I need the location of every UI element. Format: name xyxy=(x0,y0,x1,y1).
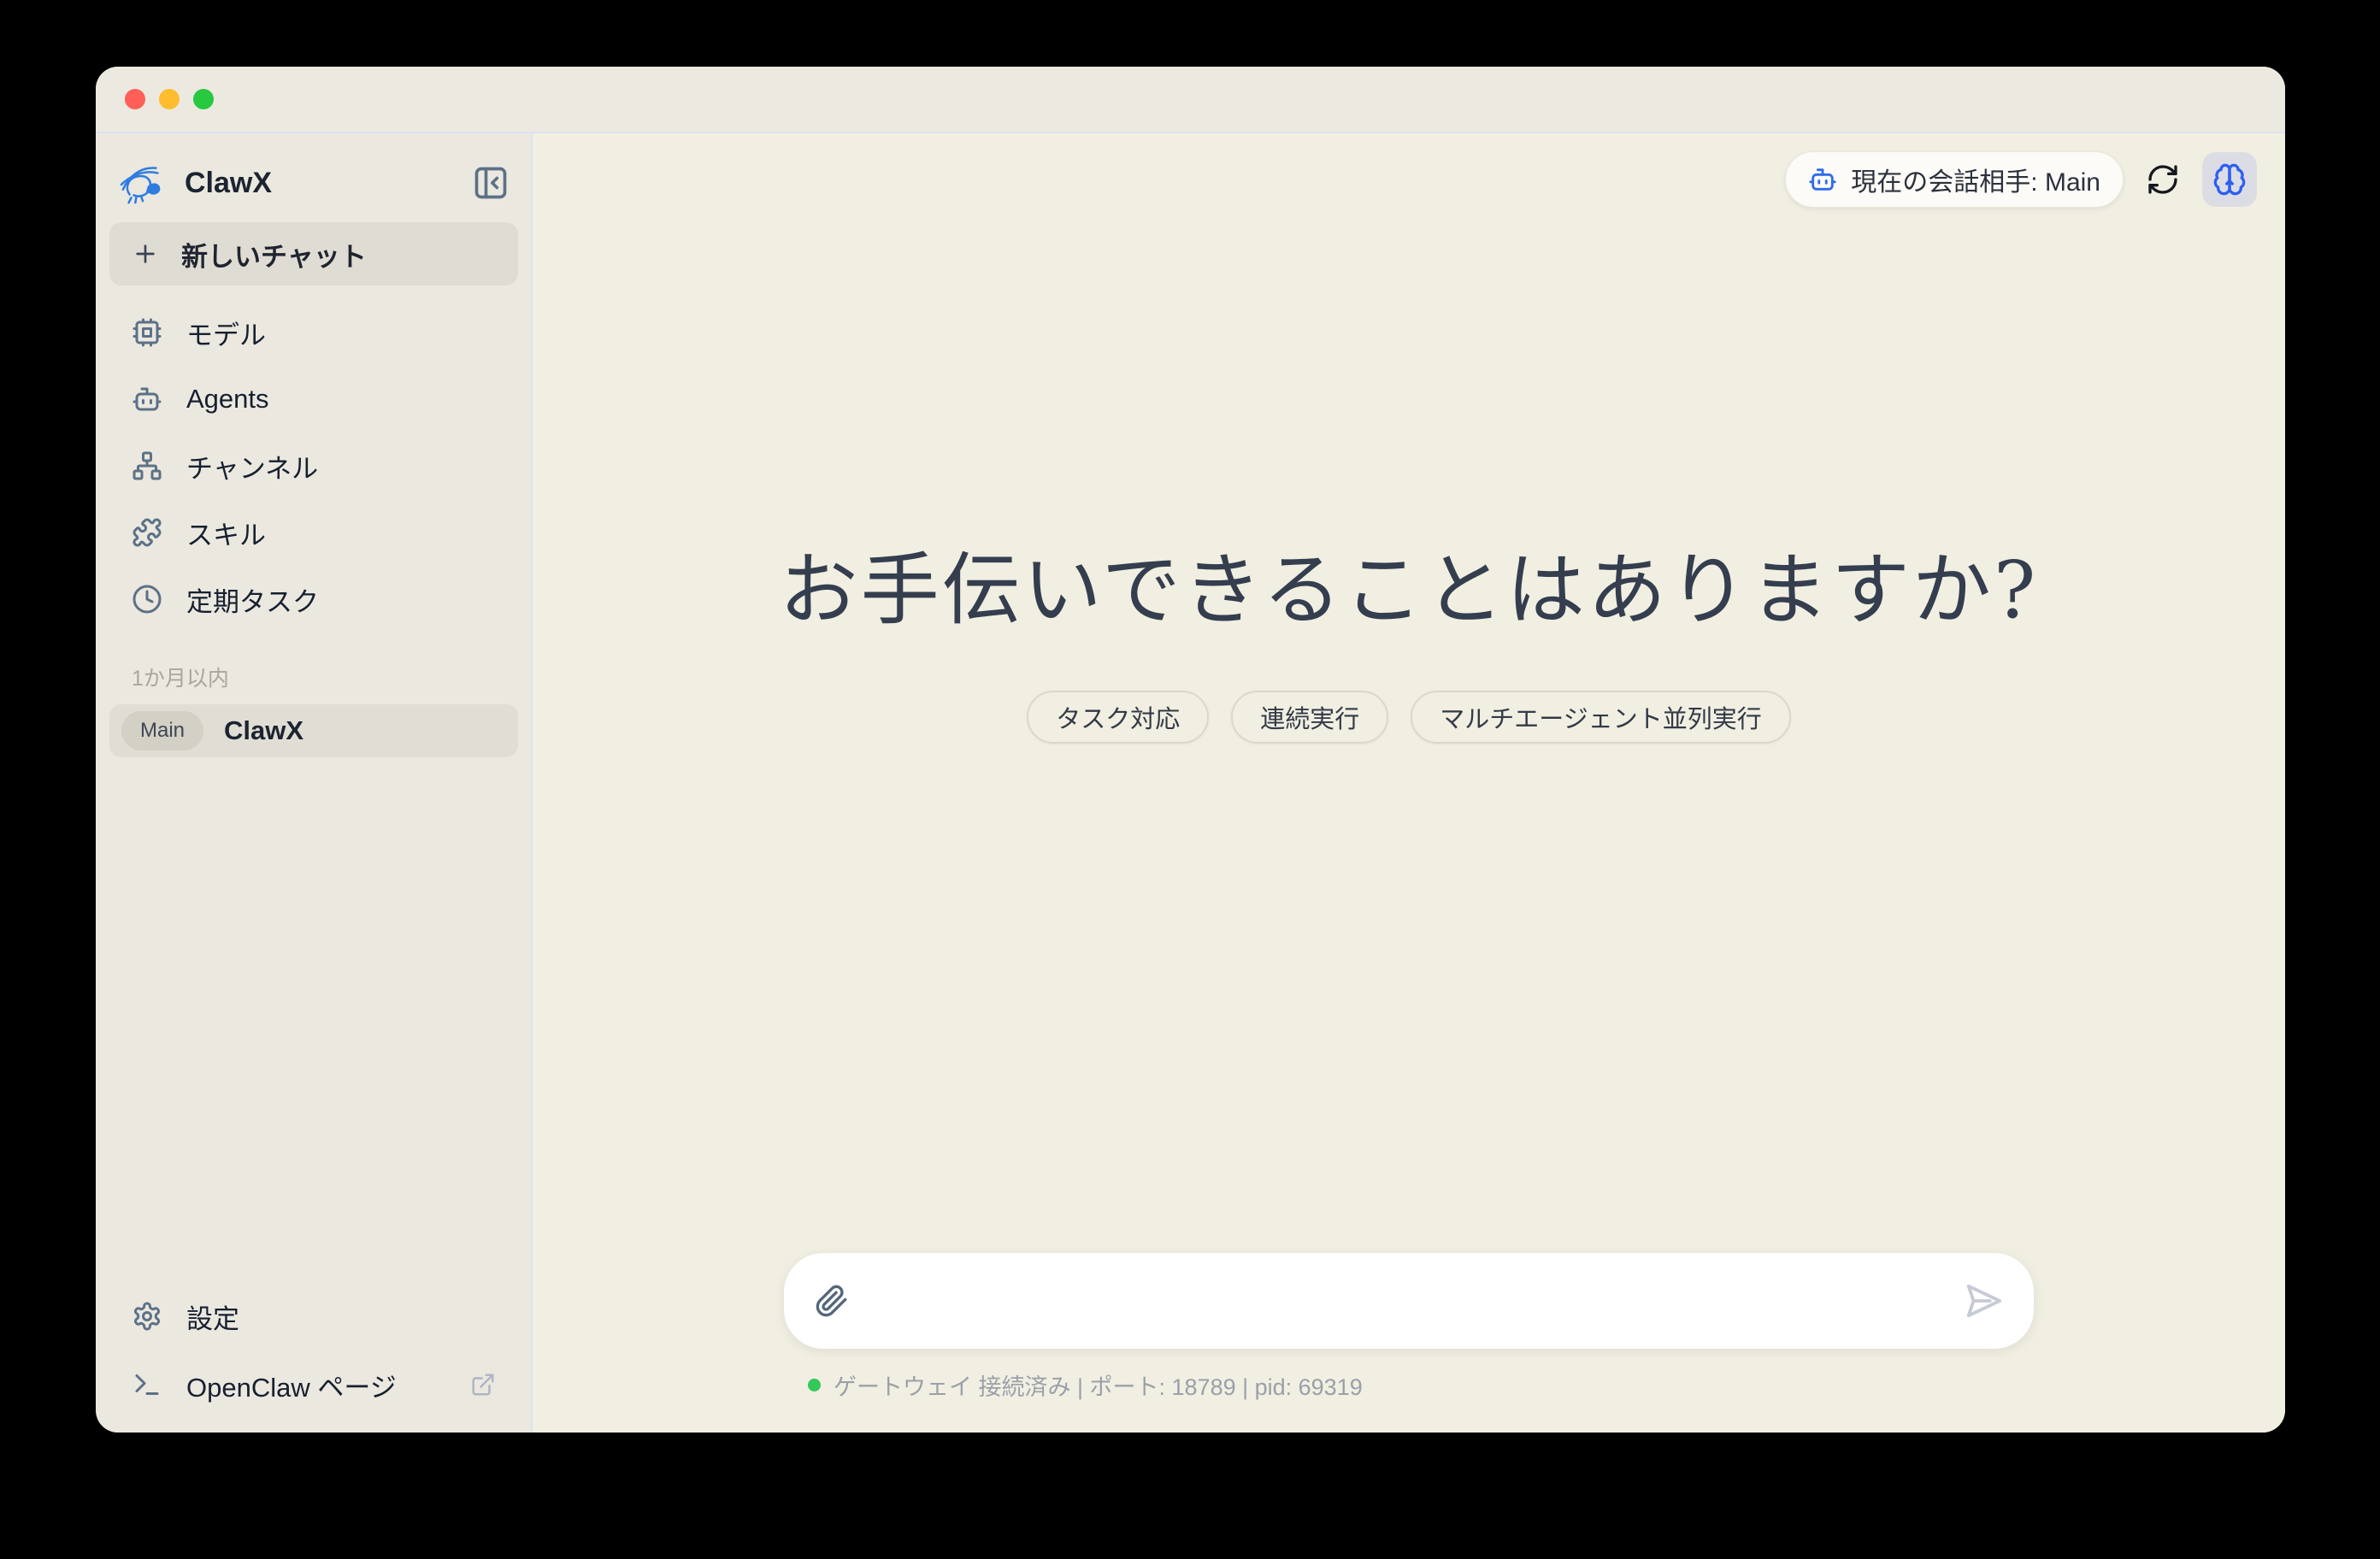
main-area: 現在の会話相手: Main xyxy=(533,133,2285,1433)
sidebar-item-agents[interactable]: Agents xyxy=(109,366,518,432)
brain-button[interactable] xyxy=(2202,152,2257,207)
bot-icon xyxy=(132,384,162,415)
agent-badge: Main xyxy=(121,711,203,750)
plus-icon xyxy=(132,240,159,268)
message-input[interactable] xyxy=(869,1285,1943,1316)
sidebar-item-skills[interactable]: スキル xyxy=(109,499,518,566)
send-button[interactable] xyxy=(1964,1281,2003,1321)
new-chat-label: 新しいチャット xyxy=(181,235,367,274)
hero: お手伝いできることはありますか? タスク対応 連続実行 マルチエージェント並列実… xyxy=(533,544,2285,744)
settings-label: 設定 xyxy=(186,1297,239,1336)
terminal-icon xyxy=(132,1369,162,1400)
history-section-label: 1か月以内 xyxy=(132,662,496,692)
new-chat-button[interactable]: 新しいチャット xyxy=(109,222,518,285)
zoom-window-button[interactable] xyxy=(193,89,214,109)
chip-continuous-run[interactable]: 連続実行 xyxy=(1231,691,1388,744)
sidebar-item-label: Agents xyxy=(186,384,269,415)
sidebar-header: ClawX xyxy=(109,157,518,209)
sidebar-nav: モデル Agents xyxy=(109,299,518,632)
top-controls: 現在の会話相手: Main xyxy=(1785,151,2257,208)
status-dot xyxy=(808,1379,821,1391)
sidebar-item-settings[interactable]: 設定 xyxy=(109,1285,518,1347)
crawfish-logo-icon xyxy=(116,160,169,206)
sidebar-item-label: チャンネル xyxy=(186,447,318,485)
bot-icon xyxy=(1808,165,1837,194)
sidebar-item-label: モデル xyxy=(186,314,266,352)
hero-title: お手伝いできることはありますか? xyxy=(780,544,2039,638)
chat-history-label: ClawX xyxy=(224,715,303,746)
status-text: ゲートウェイ 接続済み | ポート: 18789 | pid: 69319 xyxy=(834,1368,1363,1402)
refresh-icon xyxy=(2146,162,2180,197)
gear-icon xyxy=(132,1301,162,1332)
brain-icon xyxy=(2212,162,2247,197)
app-window: ClawX 新しいチャット xyxy=(96,67,2285,1433)
message-composer xyxy=(784,1253,2034,1349)
current-conversation-label: 現在の会話相手: Main xyxy=(1851,161,2100,198)
sidebar-item-label: 定期タスク xyxy=(186,580,319,619)
minimize-window-button[interactable] xyxy=(159,89,180,109)
refresh-button[interactable] xyxy=(2146,162,2180,197)
network-icon xyxy=(132,450,162,481)
sidebar-item-scheduled-tasks[interactable]: 定期タスク xyxy=(109,566,518,632)
titlebar xyxy=(96,67,2285,133)
cpu-icon xyxy=(132,317,162,348)
external-link-icon xyxy=(470,1372,496,1397)
panel-left-close-icon[interactable] xyxy=(472,164,510,202)
send-icon xyxy=(1964,1281,2003,1321)
sidebar-item-openclaw-page[interactable]: OpenClaw ページ xyxy=(109,1354,518,1415)
sidebar-item-channels[interactable]: チャンネル xyxy=(109,432,518,499)
clock-icon xyxy=(132,584,162,615)
chip-task-support[interactable]: タスク対応 xyxy=(1027,691,1209,744)
gateway-status: ゲートウェイ 接続済み | ポート: 18789 | pid: 69319 xyxy=(808,1368,1363,1402)
sidebar-item-label: スキル xyxy=(186,514,266,552)
chip-multi-agent-parallel[interactable]: マルチエージェント並列実行 xyxy=(1411,691,1790,744)
attach-button[interactable] xyxy=(815,1284,849,1318)
chat-history-item[interactable]: Main ClawX xyxy=(109,704,518,757)
suggestion-chips: タスク対応 連続実行 マルチエージェント並列実行 xyxy=(1027,691,1790,744)
sidebar: ClawX 新しいチャット xyxy=(96,133,533,1433)
app-title: ClawX xyxy=(185,167,272,200)
close-window-button[interactable] xyxy=(125,89,145,109)
puzzle-icon xyxy=(132,517,162,548)
openclaw-page-label: OpenClaw ページ xyxy=(186,1366,397,1404)
sidebar-item-models[interactable]: モデル xyxy=(109,299,518,366)
current-conversation-button[interactable]: 現在の会話相手: Main xyxy=(1785,151,2124,208)
paperclip-icon xyxy=(815,1284,849,1318)
